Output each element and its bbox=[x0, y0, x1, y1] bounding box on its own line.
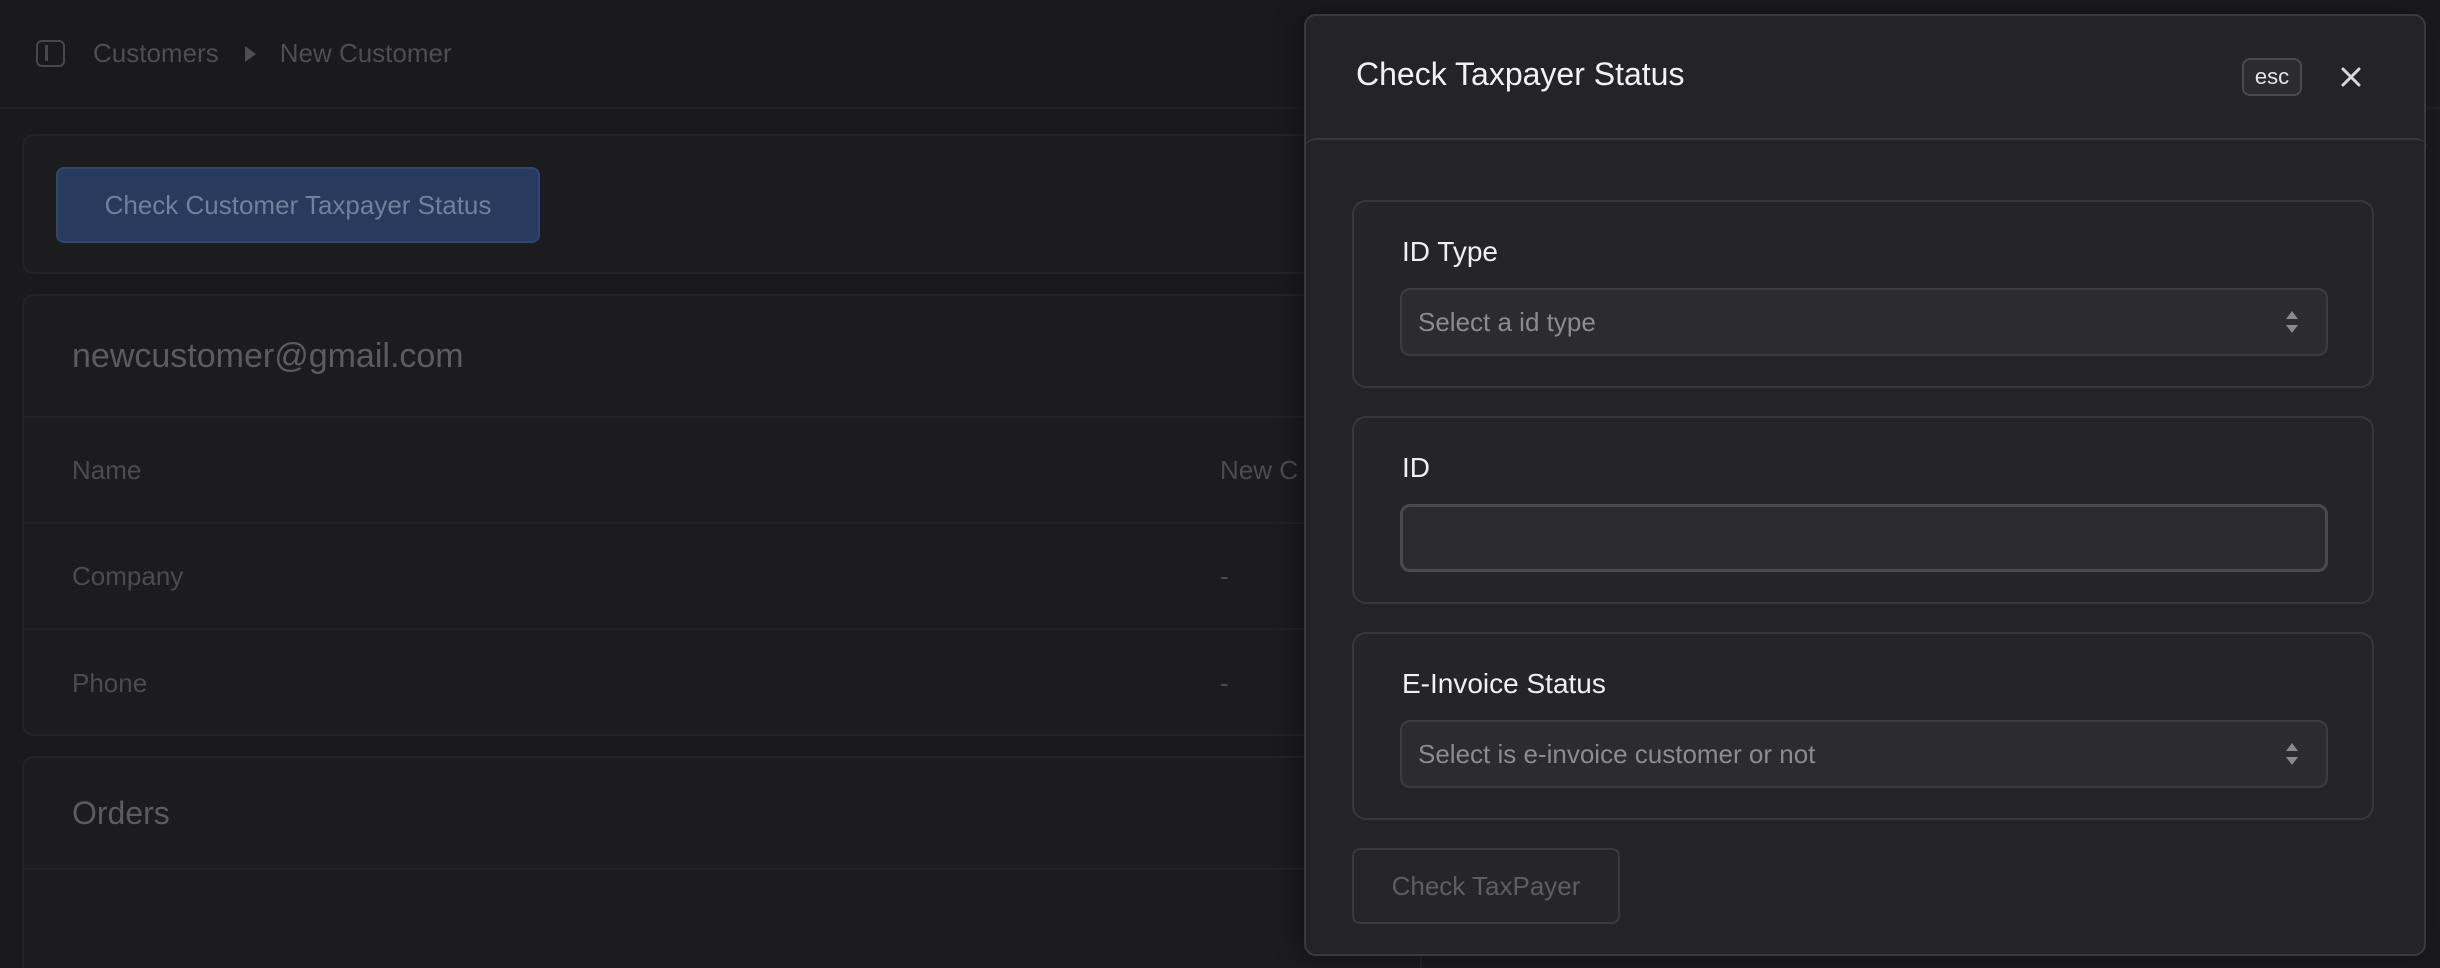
einvoice-field-card: E-Invoice Status Select is e-invoice cus… bbox=[1352, 632, 2374, 820]
customer-email-heading: newcustomer@gmail.com bbox=[24, 296, 1420, 418]
actions-card: Check Customer Taxpayer Status bbox=[22, 134, 1422, 274]
info-value: - bbox=[1220, 667, 1229, 698]
modal-title: Check Taxpayer Status bbox=[1356, 56, 1685, 92]
info-row-phone: Phone - bbox=[24, 630, 1420, 736]
breadcrumb-new-customer: New Customer bbox=[279, 38, 452, 68]
close-icon[interactable] bbox=[2334, 60, 2368, 94]
info-label: Name bbox=[72, 454, 142, 485]
info-value: New C bbox=[1220, 454, 1299, 485]
orders-heading: Orders bbox=[24, 758, 1420, 870]
sidebar-toggle-icon[interactable] bbox=[36, 40, 65, 67]
modal-body: ID Type Select a id type ID E-Invoice St… bbox=[1304, 138, 2428, 960]
customer-info-card: newcustomer@gmail.com Name New C Company… bbox=[22, 294, 1422, 736]
id-type-placeholder: Select a id type bbox=[1418, 306, 1596, 337]
select-arrows-icon bbox=[2286, 311, 2298, 333]
einvoice-placeholder: Select is e-invoice customer or not bbox=[1418, 738, 1816, 769]
einvoice-status-label: E-Invoice Status bbox=[1402, 668, 1606, 699]
breadcrumb-chevron-icon bbox=[244, 45, 256, 62]
id-type-select[interactable]: Select a id type bbox=[1400, 288, 2328, 356]
info-label: Company bbox=[72, 560, 184, 591]
check-taxpayer-modal: Check Taxpayer Status esc ID Type Select… bbox=[1304, 14, 2428, 956]
info-row-company: Company - bbox=[24, 524, 1420, 630]
modal-header: Check Taxpayer Status esc bbox=[1306, 16, 2424, 140]
info-row-name: Name New C bbox=[24, 418, 1420, 524]
id-field-card: ID bbox=[1352, 416, 2374, 604]
select-arrows-icon bbox=[2286, 743, 2298, 765]
check-taxpayer-button[interactable]: Check TaxPayer bbox=[1352, 848, 1620, 924]
einvoice-status-select[interactable]: Select is e-invoice customer or not bbox=[1400, 720, 2328, 788]
info-value: - bbox=[1220, 560, 1229, 591]
id-type-field-card: ID Type Select a id type bbox=[1352, 200, 2374, 388]
check-customer-taxpayer-status-button[interactable]: Check Customer Taxpayer Status bbox=[56, 167, 540, 243]
orders-card: Orders bbox=[22, 756, 1422, 968]
info-label: Phone bbox=[72, 667, 148, 698]
esc-key-badge: esc bbox=[2242, 58, 2302, 96]
id-type-label: ID Type bbox=[1402, 236, 1498, 267]
id-input[interactable] bbox=[1400, 504, 2328, 572]
id-label: ID bbox=[1402, 452, 1430, 483]
breadcrumb-customers[interactable]: Customers bbox=[93, 38, 219, 69]
